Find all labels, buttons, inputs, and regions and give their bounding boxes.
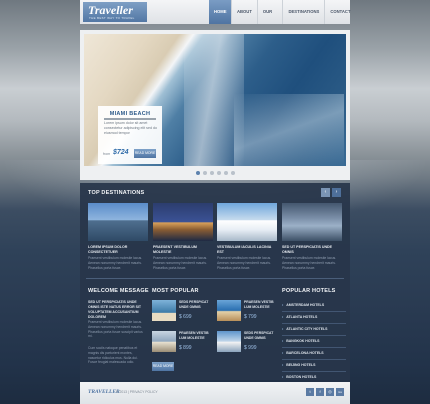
twitter-icon[interactable]: t <box>306 388 314 396</box>
welcome-paragraph: Praesent vestibulum molestie lacus. Aene… <box>88 320 143 339</box>
caption-divider <box>104 118 156 120</box>
destination-title[interactable]: PRAESENT VESTIBULUM MOLESTIE <box>153 245 213 254</box>
destination-card[interactable]: VESTIBULUM IACULIS LACINIA EST Praesent … <box>217 203 277 271</box>
hotel-link[interactable]: BANGKOK HOTELS <box>282 336 346 348</box>
destination-title[interactable]: VESTIBULUM IACULIS LACINIA EST <box>217 245 277 254</box>
popular-name[interactable]: PRAESEN VESTIB LUM MOLESTIE <box>179 331 215 341</box>
hotel-link[interactable]: ATLANTA HOTELS <box>282 312 346 324</box>
prev-arrow-icon[interactable]: ‹ <box>321 188 330 197</box>
nav-contact-us[interactable]: CONTACT US <box>324 0 355 38</box>
section-divider <box>86 278 344 279</box>
popular-hotels-title: POPULAR HOTELS <box>282 288 336 294</box>
popular-thumb[interactable] <box>152 300 176 321</box>
popular-thumb[interactable] <box>217 300 241 321</box>
destination-title[interactable]: LOREM IPSUM DOLOR CONSECTETUER <box>88 245 148 254</box>
popular-read-more-button[interactable]: READ MORE <box>152 362 174 371</box>
main-nav: HOME ABOUT US OUR TOURS DESTINATIONS CON… <box>209 0 356 38</box>
header: Traveller THE BEST WAY TO TRAVEL HOME AB… <box>80 0 351 38</box>
destination-card[interactable]: LOREM IPSUM DOLOR CONSECTETUER Praesent … <box>88 203 148 271</box>
destination-card[interactable]: SED UT PERSPICIATIS UNDE OMNIS Praesent … <box>282 203 342 271</box>
nav-our-tours[interactable]: OUR TOURS <box>256 0 283 38</box>
logo[interactable]: Traveller THE BEST WAY TO TRAVEL <box>83 2 147 22</box>
popular-price: $ 799 <box>244 314 257 320</box>
destination-title[interactable]: SED UT PERSPICIATIS UNDE OMNIS <box>282 245 342 254</box>
footer-copyright: © 2013 | PRIVACY POLICY <box>116 390 158 394</box>
welcome-paragraph: Cum sociis natoque penatibus et magnis d… <box>88 346 138 365</box>
top-destinations-title: TOP DESTINATIONS <box>88 190 145 196</box>
hero-caption: MIAMI BEACH Lorem ipsum dolor sit amet c… <box>98 106 162 164</box>
caption-price: $724 <box>113 149 129 156</box>
popular-name[interactable]: SEDS PERSPICAT UNDE OMNIS <box>179 300 215 310</box>
caption-text: Lorem ipsum dolor sit amet consectetur a… <box>104 121 157 136</box>
caption-read-more-button[interactable]: READ MORE <box>134 149 156 158</box>
facebook-icon[interactable]: f <box>316 388 324 396</box>
popular-price: $ 699 <box>179 314 192 320</box>
wave-foam-secondary <box>234 94 344 166</box>
nav-destinations[interactable]: DESTINATIONS <box>282 0 324 24</box>
share-icon[interactable]: ◎ <box>326 388 334 396</box>
popular-thumb[interactable] <box>217 331 241 352</box>
logo-tagline: THE BEST WAY TO TRAVEL <box>89 16 135 20</box>
popular-price: $ 899 <box>179 345 192 351</box>
welcome-subtitle: SED UT PERSPICIATIS UNDE OMNIS ISTE NATU… <box>88 300 142 319</box>
destination-text: Praesent vestibulum molestie lacus. Aene… <box>153 256 208 270</box>
caption-title: MIAMI BEACH <box>109 111 151 117</box>
slider-dot[interactable] <box>195 171 200 175</box>
popular-name[interactable]: PRAESEN VESTIB LUM MOLESTIE <box>244 300 280 310</box>
destination-text: Praesent vestibulum molestie lacus. Aene… <box>88 256 143 270</box>
slider-dot[interactable] <box>202 171 207 175</box>
welcome-title: WELCOME MESSAGE <box>88 288 149 294</box>
destination-image[interactable] <box>88 203 148 241</box>
hotel-link[interactable]: BEIJING HOTELS <box>282 360 346 372</box>
popular-thumb[interactable] <box>152 331 176 352</box>
destination-text: Praesent vestibulum molestie lacus. Aene… <box>217 256 272 270</box>
slider-dot[interactable] <box>209 171 214 175</box>
destination-text: Praesent vestibulum molestie lacus. Aene… <box>282 256 337 270</box>
slider-dot[interactable] <box>223 171 228 175</box>
rss-icon[interactable]: rss <box>336 388 344 396</box>
destination-image[interactable] <box>217 203 277 241</box>
hotel-link[interactable]: BARCELONA HOTELS <box>282 348 346 360</box>
footer-logo[interactable]: TRAVELLER <box>88 389 120 395</box>
slider-dot[interactable] <box>216 171 221 175</box>
page-wrapper: Traveller THE BEST WAY TO TRAVEL HOME AB… <box>80 0 351 404</box>
nav-about-us[interactable]: ABOUT US <box>231 0 257 38</box>
caption-from-label: from <box>103 152 111 156</box>
hero-slider: MIAMI BEACH Lorem ipsum dolor sit amet c… <box>80 30 350 180</box>
nav-home[interactable]: HOME <box>209 0 231 24</box>
destination-card[interactable]: PRAESENT VESTIBULUM MOLESTIE Praesent ve… <box>153 203 213 271</box>
destinations-arrows: ‹ › <box>321 188 341 197</box>
destination-image[interactable] <box>282 203 342 241</box>
destination-image[interactable] <box>153 203 213 241</box>
popular-price: $ 999 <box>244 345 257 351</box>
hotel-link[interactable]: ATLANTIC CITY HOTELS <box>282 324 346 336</box>
slider-dot[interactable] <box>230 171 235 175</box>
hotel-link[interactable]: AMSTERDAM HOTELS <box>282 300 346 312</box>
hero-image: MIAMI BEACH Lorem ipsum dolor sit amet c… <box>84 34 346 166</box>
popular-name[interactable]: SEDS PERSPICAT UNDE OMNIS <box>244 331 280 341</box>
most-popular-title: MOST POPULAR <box>152 288 199 294</box>
next-arrow-icon[interactable]: › <box>332 188 341 197</box>
slider-pagination <box>80 171 350 177</box>
footer: TRAVELLER © 2013 | PRIVACY POLICY t f ◎ … <box>80 382 350 404</box>
